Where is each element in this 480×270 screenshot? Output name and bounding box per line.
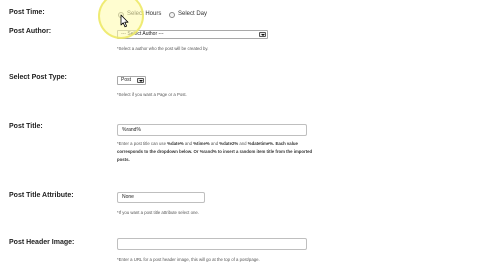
post-title-hint-line-3: posts. xyxy=(117,157,130,162)
post-author-select-value: --- Select Author --- xyxy=(121,31,164,37)
post-title-attribute-select[interactable]: None xyxy=(117,192,205,203)
post-title-hint-line-1: *Enter a post title can use %date% and %… xyxy=(117,141,298,146)
post-type-label: Select Post Type: xyxy=(9,74,67,81)
post-title-hint-line-2: corresponds to the dropdown below. Or %r… xyxy=(117,149,313,154)
select-hours-radio[interactable] xyxy=(118,12,124,18)
post-title-attribute-label: Post Title Attribute: xyxy=(9,192,74,199)
post-author-label: Post Author: xyxy=(9,28,52,35)
post-type-select[interactable]: Post xyxy=(117,76,146,85)
post-author-select[interactable]: --- Select Author --- xyxy=(117,30,268,39)
select-day-label[interactable]: Select Day xyxy=(178,11,207,17)
post-title-attribute-hint: *If you want a post title attribute sele… xyxy=(117,210,199,215)
post-time-label: Post Time: xyxy=(9,9,45,16)
select-day-radio[interactable] xyxy=(169,12,175,18)
chevron-down-icon xyxy=(137,78,144,83)
post-type-hint: *Select if you want a Page or a Post. xyxy=(117,92,187,97)
post-title-input[interactable]: %rand% xyxy=(117,124,307,136)
post-header-image-label: Post Header Image: xyxy=(9,239,75,246)
post-header-image-input[interactable] xyxy=(117,238,307,250)
select-hours-label[interactable]: Select Hours xyxy=(127,11,161,17)
post-author-hint: *Select a author who the post will be cr… xyxy=(117,46,209,51)
post-title-hint: *Enter a post title can use %date% and %… xyxy=(117,140,312,164)
post-title-label: Post Title: xyxy=(9,123,43,130)
post-type-select-value: Post xyxy=(121,77,132,83)
chevron-down-icon xyxy=(259,32,266,37)
post-header-image-hint: *Enter a URL for a post header image, th… xyxy=(117,257,260,262)
